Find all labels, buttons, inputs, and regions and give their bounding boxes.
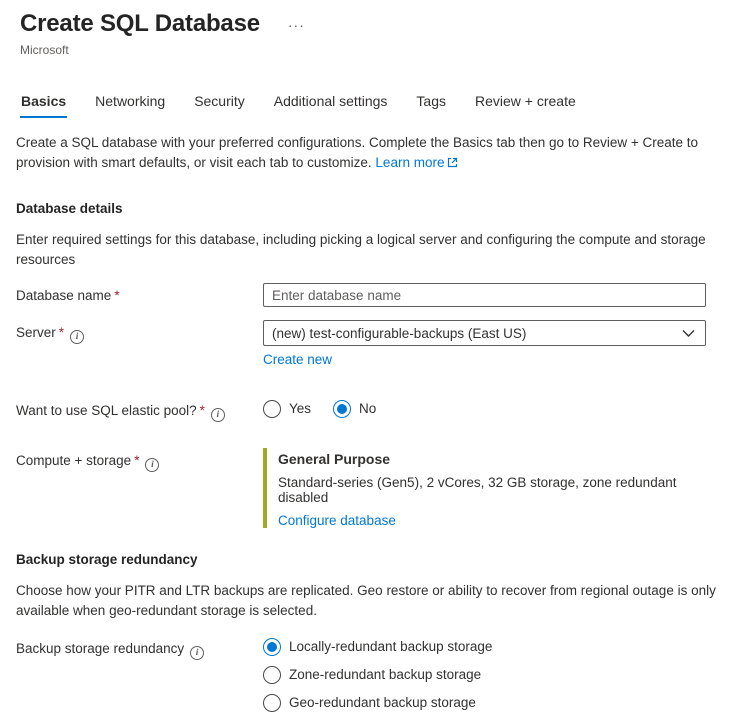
tab-review-create[interactable]: Review + create	[474, 91, 577, 118]
radio-option-label: Zone-redundant backup storage	[289, 667, 482, 682]
more-options-icon[interactable]: ···	[288, 18, 305, 32]
learn-more-link[interactable]: Learn more	[375, 155, 458, 170]
section-heading-backup: Backup storage redundancy	[16, 552, 198, 567]
required-asterisk: *	[199, 403, 205, 418]
elastic-pool-row: Want to use SQL elastic pool? * i Yes No	[16, 398, 728, 422]
compute-storage-label-text: Compute + storage	[16, 453, 132, 468]
service-tier-card: General Purpose Standard-series (Gen5), …	[263, 448, 706, 528]
required-asterisk: *	[134, 453, 140, 468]
radio-option-locally-redundant[interactable]: Locally-redundant backup storage	[263, 638, 706, 656]
configure-database-link[interactable]: Configure database	[278, 513, 396, 528]
learn-more-label: Learn more	[375, 155, 445, 170]
compute-storage-row: Compute + storage * i General Purpose Stan…	[16, 448, 728, 528]
radio-option-geo-redundant[interactable]: Geo-redundant backup storage	[263, 694, 706, 712]
radio-option-label: Locally-redundant backup storage	[289, 639, 493, 654]
required-asterisk: *	[58, 325, 65, 340]
info-icon[interactable]: i	[190, 646, 205, 660]
section-heading-database-details: Database details	[16, 201, 123, 216]
server-select[interactable]: (new) test-configurable-backups (East US…	[263, 320, 706, 346]
radio-option-label: Geo-redundant backup storage	[289, 695, 476, 710]
create-new-link[interactable]: Create new	[263, 352, 332, 367]
radio-option-label: Yes	[289, 401, 312, 416]
tab-tags[interactable]: Tags	[415, 91, 447, 118]
database-details-description: Enter required settings for this databas…	[16, 232, 706, 267]
page-header: Create SQL Database ··· Microsoft	[20, 10, 728, 57]
database-name-input[interactable]	[263, 283, 706, 307]
radio-option-yes[interactable]: Yes	[263, 400, 311, 418]
server-selected-value: (new) test-configurable-backups (East US…	[272, 325, 527, 341]
radio-option-label: No	[359, 401, 377, 416]
backup-description: Choose how your PITR and LTR backups are…	[16, 583, 716, 618]
intro-text: Create a SQL database with your preferre…	[16, 133, 721, 174]
elastic-pool-radio-group: Yes No	[263, 398, 706, 418]
chevron-down-icon	[682, 326, 695, 341]
compute-storage-label: Compute + storage * i	[16, 448, 263, 472]
backup-redundancy-label-text: Backup storage redundancy	[16, 641, 185, 656]
backup-redundancy-label: Backup storage redundancy i	[16, 636, 263, 660]
elastic-pool-label: Want to use SQL elastic pool? * i	[16, 398, 263, 422]
radio-selected-icon	[333, 400, 352, 418]
info-icon[interactable]: i	[70, 330, 85, 344]
required-asterisk: *	[114, 288, 120, 303]
service-tier-name: General Purpose	[278, 451, 391, 467]
info-icon[interactable]: i	[210, 408, 225, 422]
radio-icon	[263, 666, 281, 684]
publisher-label: Microsoft	[20, 43, 69, 57]
external-link-icon	[447, 154, 458, 174]
tab-additional-settings[interactable]: Additional settings	[273, 91, 389, 118]
intro-text-body: Create a SQL database with your preferre…	[16, 135, 699, 170]
tab-bar: Basics Networking Security Additional se…	[20, 91, 728, 118]
server-label-text: Server	[16, 325, 56, 340]
radio-option-zone-redundant[interactable]: Zone-redundant backup storage	[263, 666, 706, 684]
page-title: Create SQL Database	[20, 10, 260, 37]
radio-icon	[263, 400, 281, 418]
tab-basics[interactable]: Basics	[20, 91, 68, 118]
service-tier-detail: Standard-series (Gen5), 2 vCores, 32 GB …	[278, 475, 677, 505]
info-icon[interactable]: i	[145, 458, 160, 472]
database-name-label-text: Database name	[16, 288, 112, 303]
radio-selected-icon	[263, 638, 281, 656]
elastic-pool-label-text: Want to use SQL elastic pool?	[16, 403, 197, 418]
radio-icon	[263, 694, 281, 712]
database-name-row: Database name *	[16, 283, 728, 307]
server-label: Server * i	[16, 320, 263, 344]
radio-option-no[interactable]: No	[333, 400, 376, 418]
server-row: Server * i (new) test-configurable-backups…	[16, 320, 728, 367]
create-sql-database-page: Create SQL Database ··· Microsoft Basics…	[0, 0, 748, 712]
database-name-label: Database name *	[16, 283, 263, 305]
tab-security[interactable]: Security	[193, 91, 246, 118]
tab-networking[interactable]: Networking	[94, 91, 166, 118]
